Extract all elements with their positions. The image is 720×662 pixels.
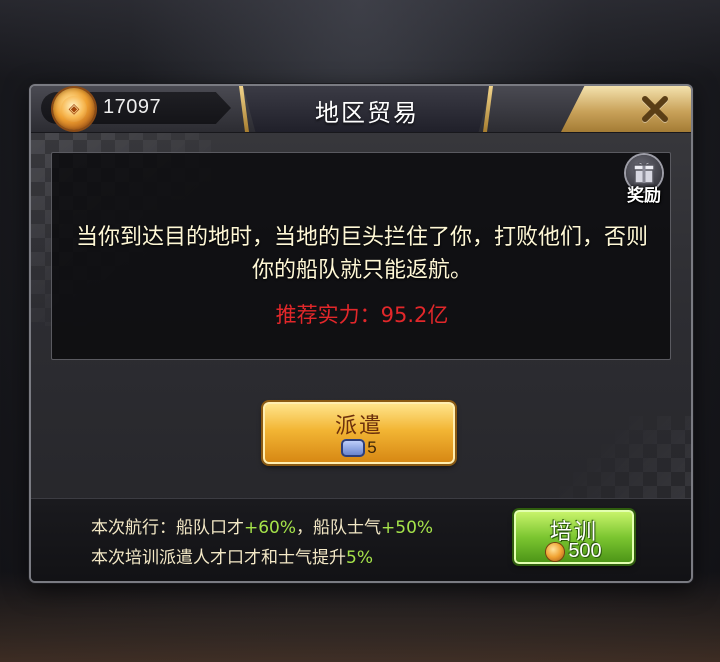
training-bonus-value: 5% bbox=[346, 548, 373, 568]
voyage-bonus-middle: ，船队士气 bbox=[296, 518, 382, 538]
morale-bonus: +50% bbox=[381, 518, 434, 538]
reward-button[interactable]: 奖励 bbox=[618, 151, 670, 207]
close-icon bbox=[642, 96, 668, 122]
gold-coin-icon bbox=[546, 542, 565, 561]
coin-count: 17097 bbox=[103, 96, 162, 118]
mission-panel: 奖励 当你到达目的地时，当地的巨头拦住了你，打败他们，否则你的船队就只能返航。 … bbox=[51, 152, 671, 360]
voyage-bonus-line: 本次航行：船队口才+60%，船队士气+50% bbox=[91, 513, 433, 538]
train-cost: 500 bbox=[516, 540, 632, 563]
dialog-header: ◈ 17097 地区贸易 bbox=[31, 86, 691, 133]
training-bonus-prefix: 本次培训派遣人才口才和士气提升 bbox=[91, 548, 346, 568]
background-bottom-glow bbox=[0, 572, 720, 662]
dispatch-cost-count: 5 bbox=[367, 438, 377, 457]
training-bonus-line: 本次培训派遣人才口才和士气提升5% bbox=[91, 543, 373, 568]
background-top-glow bbox=[0, 0, 720, 80]
dispatch-cost: 5 bbox=[265, 438, 453, 458]
train-button[interactable]: 培训 500 bbox=[514, 510, 634, 564]
gold-coin-icon: ◈ bbox=[53, 88, 95, 130]
train-cost-count: 500 bbox=[568, 540, 602, 562]
regional-trade-dialog: ◈ 17097 地区贸易 奖励 当你到达目的地时，当地的巨头拦住了你，打败他们，… bbox=[29, 84, 693, 583]
mission-description: 当你到达目的地时，当地的巨头拦住了你，打败他们，否则你的船队就只能返航。 bbox=[75, 225, 648, 283]
dispatch-button[interactable]: 派遣 5 bbox=[263, 402, 455, 464]
recommended-power: 推荐实力：95.2亿 bbox=[275, 303, 449, 327]
dialog-footer: 本次航行：船队口才+60%，船队士气+50% 本次培训派遣人才口才和士气提升5%… bbox=[31, 498, 691, 581]
dispatch-ticket-icon bbox=[341, 439, 366, 457]
reward-label: 奖励 bbox=[627, 186, 661, 206]
voyage-bonus-prefix: 本次航行：船队口才 bbox=[91, 518, 244, 538]
dispatch-label: 派遣 bbox=[334, 414, 383, 439]
dialog-title: 地区贸易 bbox=[315, 99, 419, 127]
eloquence-bonus: +60% bbox=[244, 518, 297, 538]
close-button[interactable] bbox=[635, 89, 675, 129]
